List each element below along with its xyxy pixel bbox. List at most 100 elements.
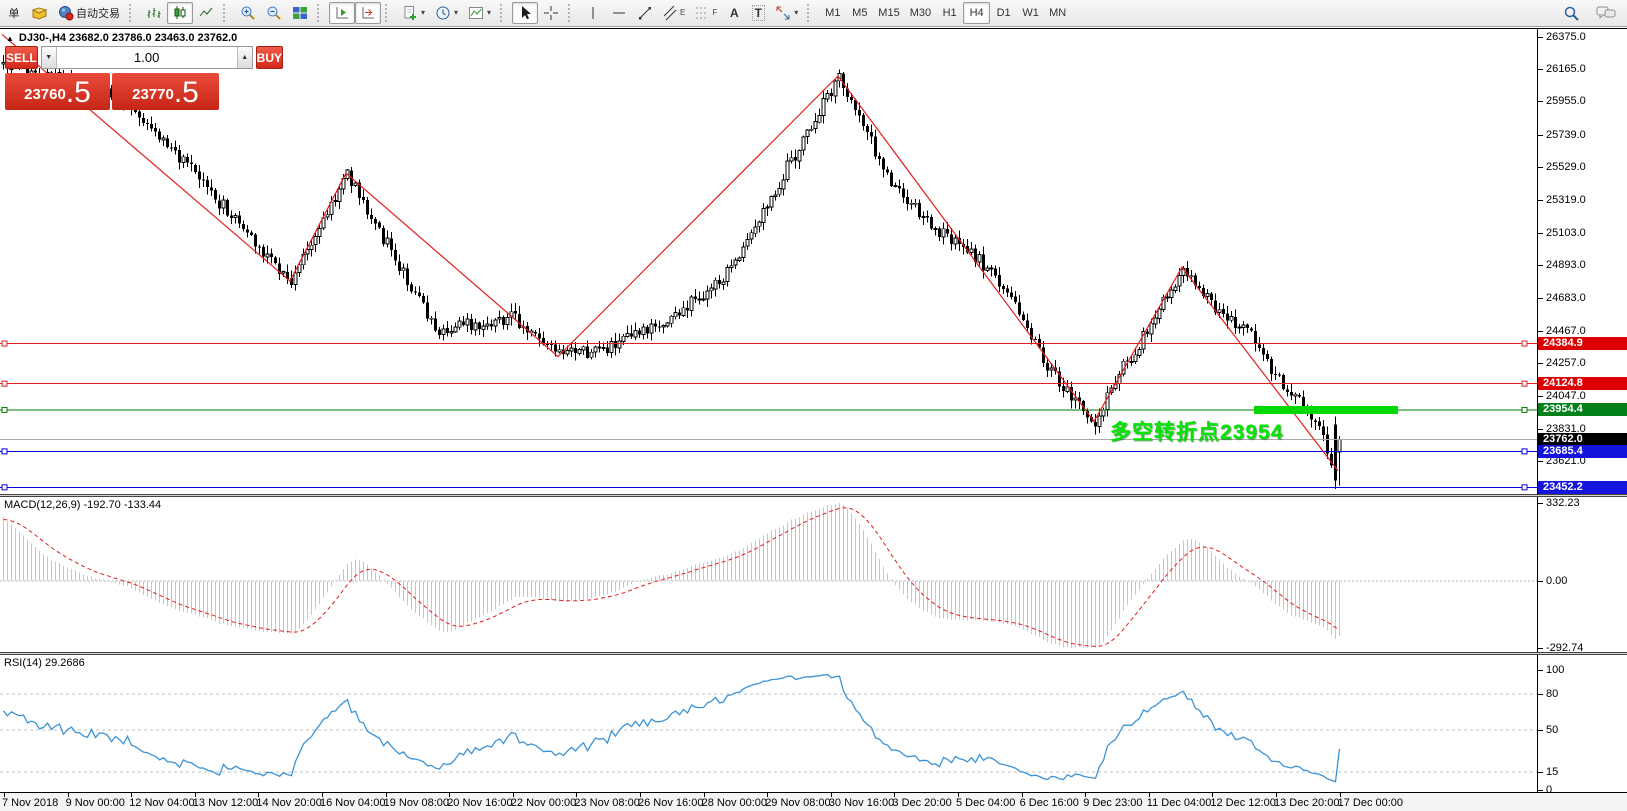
sell-price-main: 23760	[24, 86, 66, 103]
sell-price-button[interactable]: 23760 .5	[5, 73, 110, 110]
toolbar-grip	[807, 4, 815, 22]
templates-button[interactable]: ▾	[397, 2, 430, 24]
timeframe-m30[interactable]: M30	[905, 2, 936, 24]
toolbar-grip	[500, 4, 508, 22]
sell-button[interactable]: SELL	[5, 46, 38, 69]
chart-shift-button[interactable]	[355, 2, 381, 24]
rsi-tick-label: 100	[1546, 664, 1564, 676]
macd-tick	[1538, 581, 1543, 582]
volume-input[interactable]	[57, 47, 237, 68]
volume-decrease-button[interactable]: ▼	[42, 47, 57, 68]
timeframe-w1[interactable]: W1	[1017, 2, 1044, 24]
toolbar-grip	[385, 4, 393, 22]
timeframe-m1[interactable]: M1	[819, 2, 846, 24]
periods-button[interactable]: ▾	[430, 2, 463, 24]
indicators-icon	[468, 5, 484, 21]
price-axis[interactable]: 26375.026165.025955.025739.025529.025319…	[1537, 29, 1627, 494]
price-tick	[1538, 233, 1543, 234]
rsi-tick-label: 80	[1546, 688, 1558, 700]
rsi-label: RSI(14) 29.2686	[4, 657, 85, 669]
vertical-line-tool[interactable]	[580, 2, 606, 24]
timeframe-d1[interactable]: D1	[990, 2, 1017, 24]
text-tool[interactable]: A	[722, 2, 746, 24]
tile-windows-icon	[292, 5, 308, 21]
buy-price-main: 23770	[132, 86, 174, 103]
indicators-button[interactable]: ▾	[463, 2, 496, 24]
candlestick-mode-button[interactable]	[167, 2, 193, 24]
timeframe-m5[interactable]: M5	[846, 2, 873, 24]
bar-chart-mode-button[interactable]	[141, 2, 167, 24]
history-book-icon[interactable]	[26, 2, 53, 24]
pivot-annotation-text[interactable]: 多空转折点23954	[1110, 416, 1283, 446]
chart-title-text: DJ30-,H4 23682.0 23786.0 23463.0 23762.0	[19, 32, 237, 44]
timeframe-group: M1M5M15M30H1H4D1W1MN	[819, 2, 1071, 24]
auto-scroll-button[interactable]	[329, 2, 355, 24]
horizontal-line-icon	[611, 5, 627, 21]
rsi-axis[interactable]: 1008050150	[1537, 655, 1627, 792]
arrows-tool[interactable]: ▾	[770, 2, 803, 24]
chevron-down-icon: ▾	[487, 9, 491, 17]
time-label: 19 Nov 08:00	[384, 797, 449, 809]
time-label: 17 Dec 00:00	[1338, 797, 1403, 809]
macd-histogram	[4, 503, 1340, 648]
price-level-tag: 23685.4	[1538, 445, 1627, 458]
price-level-tag: 23452.2	[1538, 481, 1627, 494]
toolbar-grip	[129, 4, 137, 22]
chevron-down-icon: ▾	[794, 9, 798, 17]
macd-label: MACD(12,26,9) -192.70 -133.44	[4, 499, 161, 511]
rsi-tick	[1538, 694, 1543, 695]
search-button[interactable]	[1558, 2, 1585, 24]
crosshair-button[interactable]	[538, 2, 564, 24]
channel-icon	[663, 5, 677, 21]
macd-axis[interactable]: 332.230.00-292.74	[1537, 497, 1627, 652]
time-label: 20 Nov 16:00	[447, 797, 512, 809]
buy-button[interactable]: BUY	[256, 46, 283, 69]
price-tick-label: 25319.0	[1546, 194, 1586, 206]
timeframe-h1[interactable]: H1	[936, 2, 963, 24]
tile-windows-button[interactable]	[287, 2, 313, 24]
zoom-in-button[interactable]	[235, 2, 261, 24]
rsi-tick	[1538, 790, 1543, 791]
price-tick-label: 25739.0	[1546, 129, 1586, 141]
time-label: 13 Dec 20:00	[1274, 797, 1339, 809]
zoom-out-button[interactable]	[261, 2, 287, 24]
autotrading-button[interactable]: 自动交易	[53, 2, 125, 24]
price-level-tag: 23954.4	[1538, 403, 1627, 416]
price-tick	[1538, 396, 1543, 397]
collapse-triangle-icon[interactable]: ▲	[6, 34, 14, 43]
time-axis[interactable]: 7 Nov 20189 Nov 00:0012 Nov 04:0013 Nov …	[0, 792, 1627, 811]
cursor-button[interactable]	[512, 2, 538, 24]
text-label-tool[interactable]: T	[746, 2, 770, 24]
clock-icon	[435, 5, 451, 21]
fibonacci-tool[interactable]: F	[690, 2, 722, 24]
macd-canvas[interactable]	[0, 497, 1537, 652]
bar-chart-icon	[146, 5, 162, 21]
chat-button[interactable]	[1591, 2, 1621, 24]
main-chart-panel: 26375.026165.025955.025739.025529.025319…	[0, 28, 1627, 494]
new-order-button[interactable]: 单	[2, 2, 26, 24]
time-label: 14 Nov 20:00	[256, 797, 321, 809]
trendline-tool[interactable]	[632, 2, 658, 24]
chat-bubbles-icon	[1596, 5, 1616, 21]
line-chart-mode-button[interactable]	[193, 2, 219, 24]
timeframe-mn[interactable]: MN	[1044, 2, 1071, 24]
price-tick	[1538, 167, 1543, 168]
volume-increase-button[interactable]: ▲	[237, 47, 252, 68]
toolbar: 单 自动交易	[0, 0, 1627, 27]
price-tick-label: 25955.0	[1546, 95, 1586, 107]
cursor-arrow-icon	[517, 5, 533, 21]
autotrading-label: 自动交易	[76, 5, 120, 21]
timeframe-m15[interactable]: M15	[873, 2, 904, 24]
main-chart-canvas[interactable]	[0, 29, 1537, 495]
macd-tick	[1538, 503, 1543, 504]
price-tick-label: 26375.0	[1546, 31, 1586, 43]
timeframe-h4[interactable]: H4	[963, 2, 990, 24]
channel-tool[interactable]: E	[658, 2, 690, 24]
price-tick	[1538, 135, 1543, 136]
pivot-highlight-bar[interactable]	[1254, 406, 1398, 414]
time-label: 26 Nov 16:00	[638, 797, 703, 809]
chevron-down-icon: ▾	[421, 9, 425, 17]
horizontal-line-tool[interactable]	[606, 2, 632, 24]
buy-price-button[interactable]: 23770 .5	[112, 73, 219, 110]
rsi-canvas[interactable]	[0, 655, 1537, 792]
